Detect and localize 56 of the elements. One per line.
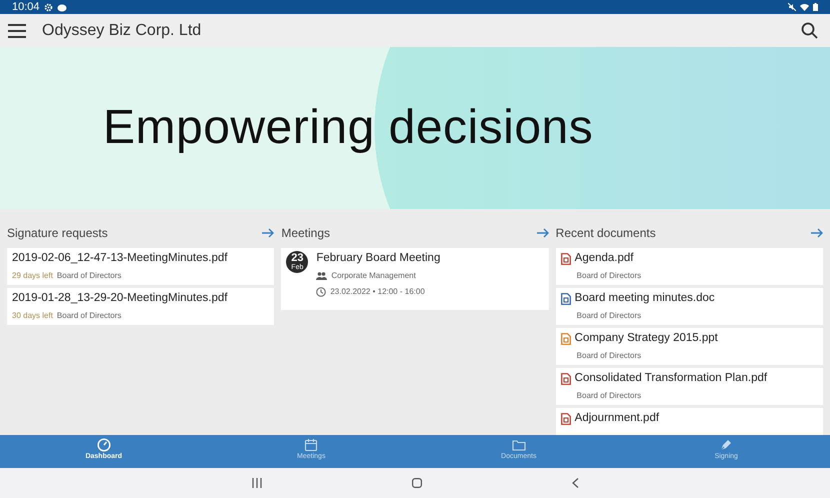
file-name: Agenda.pdf <box>574 251 634 266</box>
clock-time: 10:04 <box>12 0 40 14</box>
menu-icon[interactable] <box>8 24 26 38</box>
home-icon[interactable] <box>412 478 422 488</box>
meeting-time: 23.02.2022 • 12:00 - 16:00 <box>330 286 425 298</box>
list-card[interactable]: Board meeting minutes.doc Board of Directors <box>556 288 823 325</box>
file-name: Company Strategy 2015.ppt <box>574 331 718 346</box>
clock-icon <box>316 287 326 297</box>
section-title: Meetings <box>281 224 330 242</box>
gauge-icon <box>96 438 111 452</box>
list-card[interactable]: 2019-02-06_12-47-13-MeetingMinutes.pdf 29 days left Board of Directors <box>7 248 274 285</box>
cloud-icon <box>56 2 67 12</box>
section-title: Recent documents <box>556 224 656 242</box>
wifi-icon <box>800 3 809 11</box>
list-card[interactable]: Company Strategy 2015.ppt Board of Directors <box>556 328 823 365</box>
arrow-icon[interactable] <box>536 228 549 238</box>
file-name: 2019-01-28_13-29-20-MeetingMinutes.pdf <box>12 291 228 306</box>
back-icon[interactable] <box>572 478 578 488</box>
group-label: Board of Directors <box>56 270 122 282</box>
list-card[interactable]: Agenda.pdf Board of Directors <box>556 248 823 285</box>
banner-headline: Empowering decisions <box>103 100 594 156</box>
file-icon <box>560 292 571 304</box>
arrow-icon[interactable] <box>810 228 823 238</box>
group-label: Board of Directors <box>576 270 642 282</box>
group-label: Board of Directors <box>576 390 642 402</box>
people-icon <box>316 272 328 280</box>
list-card[interactable]: Adjournment.pdf <box>556 408 823 435</box>
gear-icon <box>44 2 53 12</box>
battery-icon <box>813 3 818 11</box>
list-card[interactable]: 2019-01-28_13-29-20-MeetingMinutes.pdf 30 days left Board of Directors <box>7 288 274 325</box>
calendar-icon <box>304 438 318 452</box>
list-card[interactable]: Consolidated Transformation Plan.pdf Board of Directors <box>556 368 823 405</box>
file-icon <box>560 412 571 424</box>
group-label: Board of Directors <box>56 310 122 322</box>
folder-icon <box>512 438 526 452</box>
meeting-title: February Board Meeting <box>316 251 440 266</box>
group-label: Board of Directors <box>576 350 642 362</box>
file-icon <box>560 252 571 264</box>
due-label: 30 days left <box>12 310 53 322</box>
mute-icon <box>788 3 796 11</box>
file-name: Consolidated Transformation Plan.pdf <box>574 371 768 386</box>
file-icon <box>560 332 571 344</box>
pen-icon <box>719 438 734 452</box>
committee-label: Corporate Management <box>331 270 416 282</box>
section-title: Signature requests <box>7 224 108 242</box>
app-title: Odyssey Biz Corp. Ltd <box>42 20 202 40</box>
due-label: 29 days left <box>12 270 53 282</box>
file-name: 2019-02-06_12-47-13-MeetingMinutes.pdf <box>12 251 228 266</box>
recent-apps-icon[interactable] <box>252 478 262 488</box>
arrow-icon[interactable] <box>262 228 274 238</box>
file-name: Adjournment.pdf <box>574 411 660 426</box>
file-name: Board meeting minutes.doc <box>574 291 715 306</box>
file-icon <box>560 372 571 384</box>
date-day: 23 <box>291 252 304 264</box>
group-label: Board of Directors <box>576 310 642 322</box>
search-icon[interactable] <box>801 22 818 39</box>
